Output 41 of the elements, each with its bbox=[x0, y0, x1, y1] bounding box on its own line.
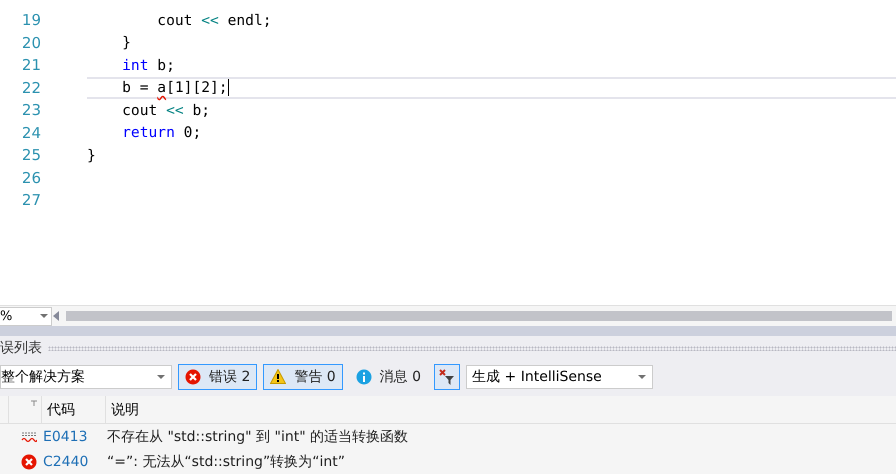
clear-filter-icon bbox=[438, 368, 456, 386]
clear-filter-button[interactable] bbox=[434, 364, 460, 390]
column-header[interactable]: 代码 bbox=[41, 396, 105, 423]
error-code-link[interactable]: E0413 bbox=[41, 428, 107, 444]
line-number: 26 bbox=[20, 168, 41, 187]
error-filter-button[interactable]: 错误 2 bbox=[178, 364, 258, 390]
column-header[interactable]: 说明 bbox=[105, 396, 896, 423]
line-number: 23 bbox=[20, 101, 41, 120]
code-line: cout << b; bbox=[121, 100, 210, 120]
scope-dropdown[interactable]: 整个解决方案 bbox=[0, 364, 172, 388]
line-number: 19 bbox=[20, 11, 41, 30]
code-line: } bbox=[121, 33, 131, 53]
dropdown-caret-icon bbox=[157, 374, 165, 378]
source-dropdown[interactable]: 生成 + IntelliSense bbox=[466, 364, 654, 388]
panel-title: 误列表 bbox=[0, 339, 42, 357]
error-icon bbox=[185, 368, 201, 384]
code-line: b = a[1][2]; bbox=[121, 78, 229, 98]
error-icon bbox=[21, 454, 37, 470]
code-line: return 0; bbox=[121, 123, 202, 143]
code-line: } bbox=[87, 146, 96, 166]
line-number: 25 bbox=[20, 146, 41, 164]
error-description: “=”: 无法从“std::string”转换为“int” bbox=[107, 452, 345, 470]
dropdown-caret-icon bbox=[40, 314, 48, 318]
code-line: int b; bbox=[121, 56, 175, 76]
error-description: 不存在从 "std::string" 到 "int" 的适当转换函数 bbox=[107, 428, 408, 446]
code-line: cout << endl; bbox=[156, 10, 272, 30]
zoom-dropdown[interactable]: % bbox=[0, 306, 52, 326]
warning-filter-button[interactable]: 警告 0 bbox=[263, 364, 343, 390]
line-number: 27 bbox=[20, 191, 41, 210]
warning-icon bbox=[270, 369, 286, 384]
sort-icon[interactable] bbox=[31, 400, 37, 406]
info-filter-button[interactable]: 消息 0 bbox=[348, 364, 428, 390]
line-number: 21 bbox=[20, 56, 41, 74]
line-number: 22 bbox=[20, 78, 41, 97]
dropdown-caret-icon bbox=[638, 374, 646, 378]
line-number: 24 bbox=[20, 124, 41, 142]
scrollbar-thumb[interactable] bbox=[66, 311, 892, 321]
line-number: 20 bbox=[20, 34, 41, 52]
error-code-link[interactable]: C2440 bbox=[41, 454, 107, 470]
spelling-error-icon bbox=[21, 430, 37, 444]
info-icon bbox=[356, 368, 372, 384]
